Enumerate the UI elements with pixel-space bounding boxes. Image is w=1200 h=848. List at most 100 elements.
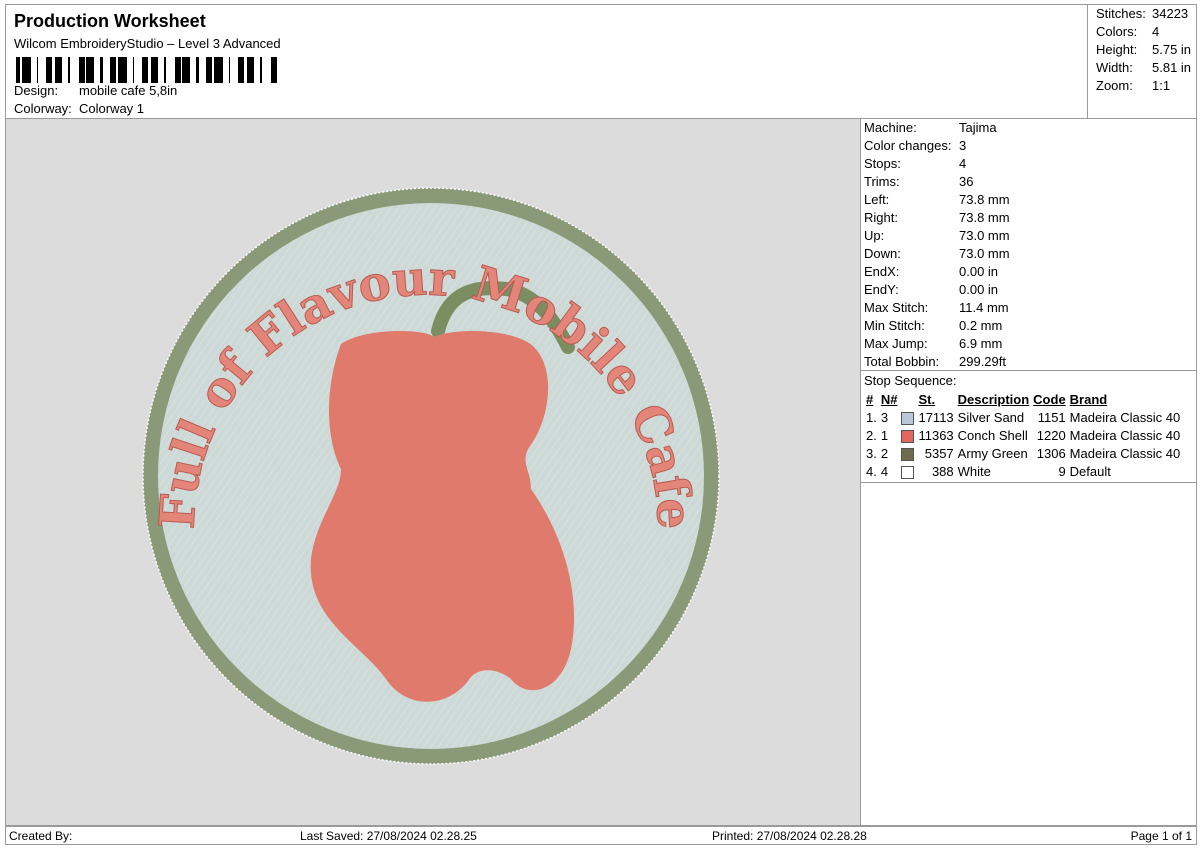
printed-date: Printed: 27/08/2024 02.28.28 xyxy=(712,829,867,843)
machine-value: 6.9 mm xyxy=(959,336,1003,351)
row-idx: 1. xyxy=(866,409,877,425)
worksheet-footer: Created By: Last Saved: 27/08/2024 02.28… xyxy=(5,826,1197,845)
row-brand: Default xyxy=(1069,463,1111,479)
machine-value: 0.2 mm xyxy=(959,318,1003,333)
machine-value: 11.4 mm xyxy=(959,300,1009,315)
design-row: Design: mobile cafe 5,8in xyxy=(14,83,177,98)
machine-label: Machine: xyxy=(864,120,917,135)
machine-label: Max Stitch: xyxy=(864,300,929,315)
machine-label: Left: xyxy=(864,192,890,207)
machine-label: Down: xyxy=(864,246,901,261)
row-code: 1220 xyxy=(1036,427,1066,443)
machine-row: Down: 73.0 mm xyxy=(864,246,1010,261)
machine-value: 73.0 mm xyxy=(959,246,1010,261)
colorway-value: Colorway 1 xyxy=(79,101,145,116)
colorway-label: Colorway: xyxy=(14,101,72,116)
machine-label: Right: xyxy=(864,210,898,225)
table-row: 2. 1 11363 Conch Shell 1220 Madeira Classic 4… xyxy=(864,426,1182,444)
row-n: 4 xyxy=(880,463,889,479)
colorway-row: Colorway: Colorway 1 xyxy=(14,101,144,116)
worksheet-header: Production Worksheet Wilcom EmbroiderySt… xyxy=(5,4,1197,118)
stat-width: Width: 5.81 in xyxy=(1096,60,1192,75)
table-header-row: # N# St. Description Code Brand xyxy=(864,390,1182,408)
machine-value: 299.29ft xyxy=(959,354,1006,369)
divider xyxy=(861,370,1196,371)
machine-value: 4 xyxy=(959,156,967,171)
machine-label: Total Bobbin: xyxy=(864,354,940,369)
row-code: 1151 xyxy=(1037,409,1066,425)
table-row: 4. 4 388 White 9 Default xyxy=(864,462,1182,480)
machine-row: Left: 73.8 mm xyxy=(864,192,1010,207)
machine-label: Color changes: xyxy=(864,138,952,153)
row-idx: 2. xyxy=(866,427,877,443)
color-swatch xyxy=(899,462,916,480)
machine-row: EndY: 0.00 in xyxy=(864,282,998,297)
row-description: Silver Sand xyxy=(957,409,1025,425)
stat-colors: Colors: 4 xyxy=(1096,24,1160,39)
col-swatch xyxy=(899,390,916,408)
row-brand: Madeira Classic 40 xyxy=(1069,445,1181,461)
row-description: White xyxy=(957,463,991,479)
machine-row: Machine: Tajima xyxy=(864,120,997,135)
machine-value: 73.8 mm xyxy=(959,192,1010,207)
row-stitches: 388 xyxy=(931,463,954,479)
stat-stitches: Stitches: 34223 xyxy=(1096,6,1189,21)
machine-row: Max Jump: 6.9 mm xyxy=(864,336,1002,351)
row-idx: 3. xyxy=(866,445,877,461)
row-n: 2 xyxy=(880,445,889,461)
machine-label: Up: xyxy=(864,228,885,243)
machine-label: EndY: xyxy=(864,282,899,297)
col-brand: Brand xyxy=(1069,391,1108,407)
col-st: St. xyxy=(918,391,936,407)
design-value: mobile cafe 5,8in xyxy=(79,83,178,98)
barcode-image xyxy=(16,57,277,83)
col-desc: Description xyxy=(957,391,1030,407)
created-by: Created By: xyxy=(9,829,73,843)
machine-value: 36 xyxy=(959,174,974,189)
row-brand: Madeira Classic 40 xyxy=(1069,409,1181,425)
machine-row: Color changes: 3 xyxy=(864,138,966,153)
row-n: 1 xyxy=(880,427,889,443)
table-row: 3. 2 5357 Army Green 1306 Madeira Classic 40 xyxy=(864,444,1182,462)
row-stitches: 11363 xyxy=(918,427,954,443)
row-n: 3 xyxy=(880,409,889,425)
machine-info-panel: Machine: Tajima Color changes: 3 Stops: 4 Trim… xyxy=(860,118,1197,826)
machine-value: 73.0 mm xyxy=(959,228,1010,243)
row-description: Army Green xyxy=(957,445,1028,461)
machine-value: 0.00 in xyxy=(959,264,999,279)
machine-label: Max Jump: xyxy=(864,336,928,351)
design-preview: Full of Flavour Mobile Cafe xyxy=(5,118,861,826)
machine-value: 73.8 mm xyxy=(959,210,1010,225)
stat-zoom: Zoom: 1:1 xyxy=(1096,78,1171,93)
col-n: N# xyxy=(880,391,898,407)
divider xyxy=(861,482,1196,483)
stop-sequence-title: Stop Sequence: xyxy=(864,373,957,388)
machine-label: EndX: xyxy=(864,264,900,279)
machine-row: Up: 73.0 mm xyxy=(864,228,1010,243)
machine-value: 0.00 in xyxy=(959,282,999,297)
stat-height: Height: 5.75 in xyxy=(1096,42,1192,57)
machine-row: Max Stitch: 11.4 mm xyxy=(864,300,1009,315)
page-title: Production Worksheet xyxy=(14,11,206,31)
embroidery-design: Full of Flavour Mobile Cafe xyxy=(142,187,720,765)
row-code: 9 xyxy=(1058,463,1066,479)
machine-value: Tajima xyxy=(959,120,997,135)
row-idx: 4. xyxy=(866,463,877,479)
machine-row: EndX: 0.00 in xyxy=(864,264,998,279)
col-code: Code xyxy=(1033,391,1066,407)
machine-row: Total Bobbin: 299.29ft xyxy=(864,354,1006,369)
machine-value: 3 xyxy=(959,138,967,153)
machine-label: Stops: xyxy=(864,156,901,171)
page-number: Page 1 of 1 xyxy=(1130,829,1192,843)
machine-row: Min Stitch: 0.2 mm xyxy=(864,318,1002,333)
row-stitches: 5357 xyxy=(924,445,954,461)
last-saved: Last Saved: 27/08/2024 02.28.25 xyxy=(300,829,477,843)
row-brand: Madeira Classic 40 xyxy=(1069,427,1181,443)
machine-row: Right: 73.8 mm xyxy=(864,210,1010,225)
stop-sequence-table: # N# St. Description Code Brand 1. 3 17113… xyxy=(864,390,1182,480)
machine-label: Trims: xyxy=(864,174,900,189)
row-stitches: 17113 xyxy=(918,409,954,425)
color-swatch xyxy=(899,408,916,426)
col-idx: # xyxy=(866,391,874,407)
software-name: Wilcom EmbroideryStudio – Level 3 Advanc… xyxy=(14,36,281,51)
